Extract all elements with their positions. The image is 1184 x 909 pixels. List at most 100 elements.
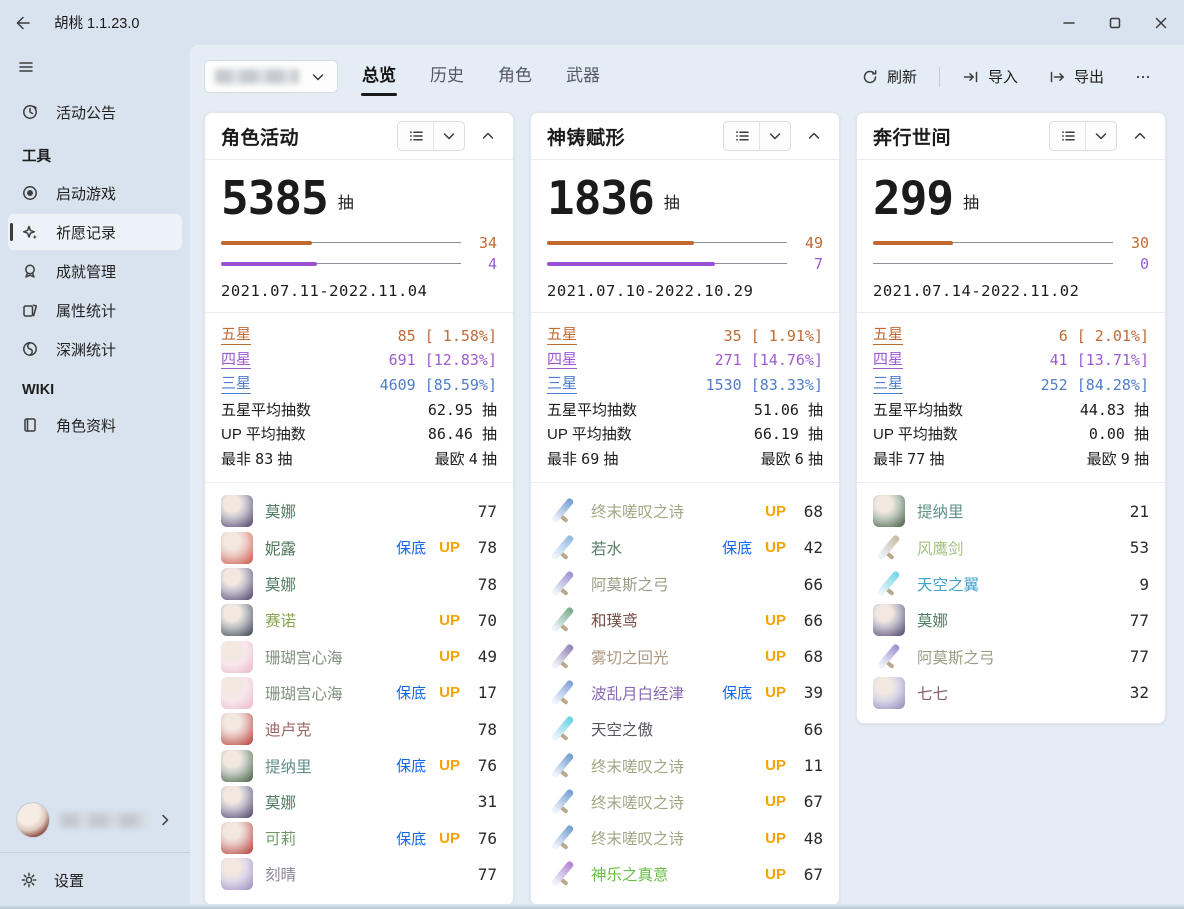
gacha-item-row[interactable]: 提纳里21 [873,493,1149,529]
card-summary-section: 5385抽3442021.07.11-2022.11.04 [205,160,513,312]
collapse-card-button[interactable] [471,121,505,151]
gacha-item-row[interactable]: 终末嗟叹之诗UP67 [547,784,823,820]
sidebar-bottom: 设置 [0,792,190,909]
gacha-item-row[interactable]: 若水保底UP42 [547,530,823,566]
tab-武器[interactable]: 武器 [564,57,602,96]
gacha-item-row[interactable]: 赛诺UP70 [221,602,497,638]
four-star-label[interactable]: 四星 [873,351,903,369]
sidebar-item-label: 启动游戏 [56,183,116,204]
sidebar-item-活动公告[interactable]: 活动公告 [8,94,182,130]
minimize-button[interactable] [1046,0,1092,45]
achievement-icon [20,262,40,280]
gacha-item-row[interactable]: 波乱月白经津保底UP39 [547,675,823,711]
item-row-right: 66 [799,575,823,594]
four-star-pity-bar: 0 [873,253,1149,274]
gacha-item-row[interactable]: 七七32 [873,675,1149,711]
gacha-item-row[interactable]: 天空之翼9 [873,566,1149,602]
more-button[interactable] [1122,60,1164,94]
five-star-label[interactable]: 五星 [873,326,903,344]
list-mode-dropdown-button[interactable] [1086,122,1116,150]
four-star-stat-row: 四星271 [14.76%] [547,348,823,373]
item-name: 风鹰剑 [917,537,964,559]
item-name: 提纳里 [265,755,312,777]
up-badge: UP [439,830,460,847]
sidebar-item-成就管理[interactable]: 成就管理 [8,253,182,289]
item-pull-count: 17 [473,683,497,702]
four-star-label[interactable]: 四星 [547,351,577,369]
list-mode-dropdown-button[interactable] [434,122,464,150]
list-detail-icon-button[interactable] [1050,122,1086,150]
five-star-label[interactable]: 五星 [221,326,251,344]
gacha-item-row[interactable]: 珊瑚宫心海UP49 [221,638,497,674]
gacha-item-row[interactable]: 可莉保底UP76 [221,820,497,856]
gacha-item-row[interactable]: 风鹰剑 53 [873,530,1149,566]
gacha-item-row[interactable]: 阿莫斯之弓66 [547,566,823,602]
gacha-item-row[interactable]: 终末嗟叹之诗UP68 [547,493,823,529]
avg-up-pulls-value: 66.19 抽 [754,423,823,444]
avg-up-pulls-value: 86.46 抽 [428,423,497,444]
sidebar-item-祈愿记录[interactable]: 祈愿记录 [8,214,182,250]
gacha-item-row[interactable]: 天空之傲66 [547,711,823,747]
gacha-item-row[interactable]: 和璞鸢UP66 [547,602,823,638]
card-summary-section: 299抽3002021.07.14-2022.11.02 [857,160,1165,312]
maximize-button[interactable] [1092,0,1138,45]
sidebar-item-角色资料[interactable]: 角色资料 [8,407,182,443]
item-row-right: 保底UP76 [396,755,497,776]
five-star-label[interactable]: 五星 [547,326,577,344]
item-row-right: 77 [1125,611,1149,630]
close-button[interactable] [1138,0,1184,45]
titlebar: 胡桃 1.1.23.0 [0,0,1184,45]
banner-card: 奔行世间299抽3002021.07.14-2022.11.02五星6 [ 2.… [856,112,1166,724]
card-title: 角色活动 [221,123,299,150]
gacha-item-row[interactable]: 莫娜31 [221,784,497,820]
item-row-right: 53 [1125,538,1149,557]
gacha-item-row[interactable]: 提纳里 保底UP76 [221,747,497,783]
gacha-item-row[interactable]: 终末嗟叹之诗UP11 [547,747,823,783]
gacha-item-row[interactable]: 雾切之回光UP68 [547,638,823,674]
back-button[interactable] [0,0,46,45]
three-star-label[interactable]: 三星 [221,375,251,393]
gacha-item-row[interactable]: 神乐之真意UP67 [547,856,823,892]
uid-value-blurred [215,69,299,84]
gacha-item-row[interactable]: 妮露保底UP78 [221,530,497,566]
card-header: 奔行世间 [857,113,1165,160]
sidebar-item-settings[interactable]: 设置 [8,857,182,903]
sidebar-item-属性统计[interactable]: 属性统计 [8,292,182,328]
tab-总览[interactable]: 总览 [360,57,398,96]
gacha-item-row[interactable]: 莫娜78 [221,566,497,602]
item-pull-count: 66 [799,611,823,630]
nav-menu-button[interactable] [6,49,46,85]
export-button[interactable]: 导出 [1036,60,1116,94]
four-star-stat-row: 四星41 [13.71%] [873,348,1149,373]
list-mode-dropdown-button[interactable] [760,122,790,150]
three-star-label[interactable]: 三星 [547,375,577,393]
user-account-row[interactable] [8,792,182,848]
gacha-item-row[interactable]: 莫娜77 [873,602,1149,638]
uid-dropdown[interactable] [204,60,338,93]
gacha-item-row[interactable]: 终末嗟叹之诗UP48 [547,820,823,856]
item-row-right: 保底UP39 [722,682,823,703]
gacha-item-row[interactable]: 莫娜77 [221,493,497,529]
item-art-avatar [873,495,905,527]
gacha-item-row[interactable]: 珊瑚宫心海保底UP17 [221,675,497,711]
four-star-label[interactable]: 四星 [221,351,251,369]
collapse-card-button[interactable] [1123,121,1157,151]
item-pull-count: 78 [473,720,497,739]
list-detail-icon-button[interactable] [398,122,434,150]
refresh-button[interactable]: 刷新 [849,60,929,94]
import-button[interactable]: 导入 [950,60,1030,94]
sidebar-item-启动游戏[interactable]: 启动游戏 [8,175,182,211]
collapse-card-button[interactable] [797,121,831,151]
tab-历史[interactable]: 历史 [428,57,466,96]
tab-角色[interactable]: 角色 [496,57,534,96]
content-area: 总览历史角色武器 刷新 导入 导出 角色活动 5385抽3442021.07.11… [190,45,1184,909]
list-detail-icon-button[interactable] [724,122,760,150]
gacha-item-row[interactable]: 阿莫斯之弓77 [873,638,1149,674]
up-badge: UP [439,684,460,701]
three-star-label[interactable]: 三星 [873,375,903,393]
item-art-weapon-icon [547,822,579,854]
sidebar-item-深渊统计[interactable]: 深渊统计 [8,331,182,367]
up-badge: UP [765,648,786,665]
gacha-item-row[interactable]: 刻晴77 [221,856,497,892]
gacha-item-row[interactable]: 迪卢克78 [221,711,497,747]
